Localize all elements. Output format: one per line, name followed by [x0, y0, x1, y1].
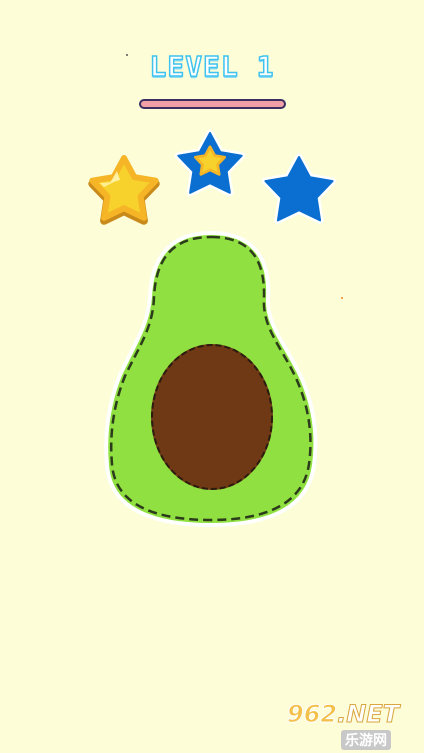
blue-star-icon — [261, 153, 337, 224]
level-progress-bar — [139, 99, 286, 109]
avocado-shape[interactable] — [100, 225, 322, 530]
decor-speck — [126, 54, 128, 56]
level-title: LEVEL 1 — [149, 49, 275, 84]
decor-speck — [341, 297, 343, 299]
watermark-sub: 乐游网 — [341, 730, 391, 750]
watermark-logo: 962.NET 乐游网 — [283, 700, 419, 750]
blue-star-icon — [174, 129, 246, 197]
gold-star-icon — [88, 155, 160, 225]
watermark-main: 962.NET — [287, 700, 400, 729]
